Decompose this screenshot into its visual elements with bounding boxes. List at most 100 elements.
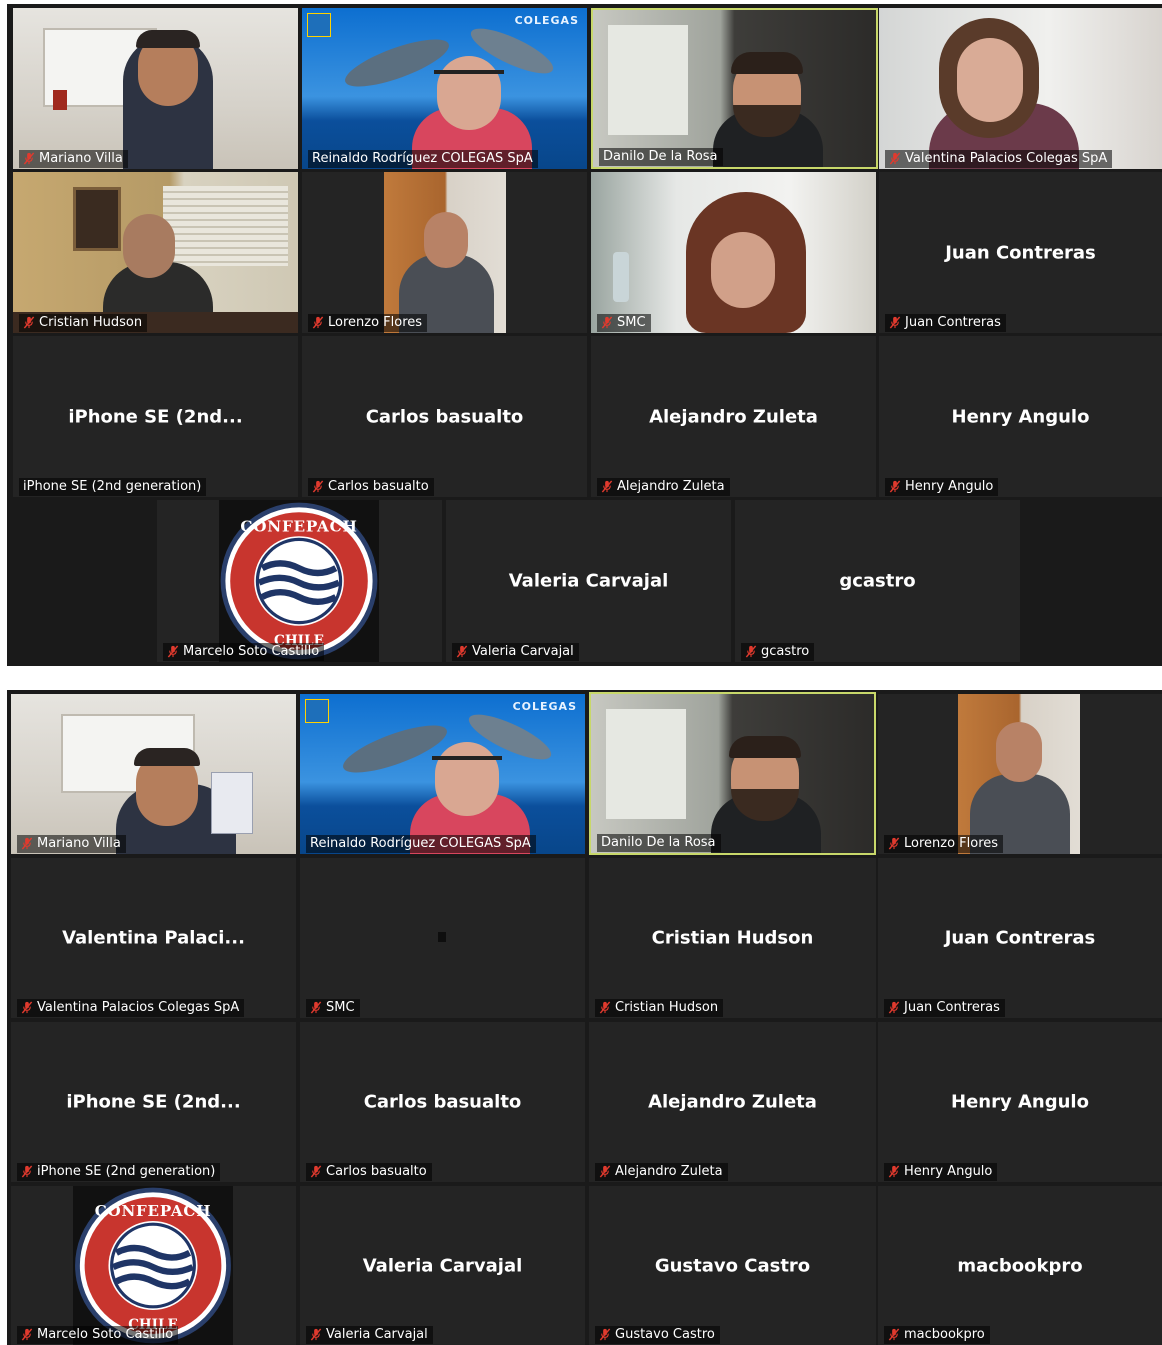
confepach-logo-icon: CONFEPACH CHILE — [73, 1186, 233, 1345]
participant-display-name: Valeria Carvajal — [362, 1255, 523, 1276]
video-tile[interactable]: Lorenzo Flores — [302, 172, 587, 333]
muted-microphone-icon — [888, 837, 900, 850]
muted-microphone-icon — [889, 480, 901, 493]
muted-microphone-icon — [21, 837, 33, 850]
participant-name-tag: Henry Angulo — [885, 478, 999, 496]
participant-video — [13, 8, 298, 169]
participant-video — [11, 694, 296, 854]
video-tile[interactable]: CONFEPACH CHILE Marcelo Soto Castillo — [157, 500, 442, 662]
participant-name-tag: Alejandro Zuleta — [597, 478, 730, 496]
participant-display-name: Carlos basualto — [365, 406, 524, 427]
name-only-tile[interactable]: Henry Angulo Henry Angulo — [879, 336, 1162, 497]
participant-display-name: Juan Contreras — [945, 242, 1096, 263]
video-off-tile[interactable]: SMC — [300, 858, 585, 1018]
muted-microphone-icon — [312, 316, 324, 329]
participant-name-tag: gcastro — [741, 643, 815, 661]
participant-name-tag: Reinaldo Rodríguez COLEGAS SpA — [308, 150, 538, 168]
video-tile[interactable]: COLEGAS Reinaldo Rodríguez COLEGAS SpA — [300, 694, 585, 854]
participant-name-tag: Gustavo Castro — [595, 1326, 720, 1344]
participant-video — [591, 694, 874, 853]
participant-video — [300, 694, 585, 854]
name-only-tile[interactable]: Carlos basualto Carlos basualto — [300, 1022, 585, 1182]
participant-name-tag: Henry Angulo — [884, 1163, 998, 1181]
muted-microphone-icon — [599, 1165, 611, 1178]
participant-display-name: Henry Angulo — [951, 406, 1090, 427]
participant-display-name: gcastro — [839, 570, 916, 592]
video-tile[interactable]: SMC — [591, 172, 876, 333]
video-tile[interactable]: COLEGAS Reinaldo Rodríguez COLEGAS SpA — [302, 8, 587, 169]
participant-name-tag: Danilo De la Rosa — [599, 148, 723, 166]
muted-microphone-icon — [23, 316, 35, 329]
name-only-tile[interactable]: Henry Angulo Henry Angulo — [878, 1022, 1162, 1182]
participant-display-name: Cristian Hudson — [651, 927, 814, 949]
name-only-tile[interactable]: macbookpro macbookpro — [878, 1186, 1162, 1345]
participant-name-tag: Juan Contreras — [885, 314, 1006, 332]
participant-video — [958, 694, 1080, 854]
muted-microphone-icon — [21, 1165, 33, 1178]
svg-text:CONFEPACH: CONFEPACH — [240, 517, 357, 535]
name-only-tile[interactable]: Juan Contreras Juan Contreras — [879, 172, 1162, 333]
muted-microphone-icon — [889, 316, 901, 329]
video-tile[interactable]: Lorenzo Flores — [878, 694, 1162, 854]
participant-display-name: iPhone SE (2nd... — [68, 406, 243, 427]
participant-name-tag: Reinaldo Rodríguez COLEGAS SpA — [306, 835, 536, 853]
name-only-tile[interactable]: Valentina Palaci... Valentina Palacios C… — [11, 858, 296, 1018]
active-speaker-tile[interactable]: Danilo De la Rosa — [591, 8, 878, 169]
video-tile[interactable]: Cristian Hudson — [13, 172, 298, 333]
confepach-logo-icon: CONFEPACH CHILE — [219, 501, 379, 661]
name-only-tile[interactable]: Valeria Carvajal Valeria Carvajal — [446, 500, 731, 662]
muted-microphone-icon — [745, 645, 757, 658]
participant-display-name: Valeria Carvajal — [508, 570, 669, 592]
muted-microphone-icon — [889, 152, 901, 165]
muted-microphone-icon — [23, 152, 35, 165]
participant-display-name: macbookpro — [957, 1255, 1083, 1276]
name-only-tile[interactable]: Cristian Hudson Cristian Hudson — [589, 858, 876, 1018]
muted-microphone-icon — [21, 1328, 33, 1341]
muted-microphone-icon — [312, 480, 324, 493]
name-only-tile[interactable]: Alejandro Zuleta Alejandro Zuleta — [589, 1022, 876, 1182]
colegas-logo-text: COLEGAS — [512, 700, 577, 713]
name-only-tile[interactable]: iPhone SE (2nd... iPhone SE (2nd generat… — [13, 336, 298, 497]
name-only-tile[interactable]: Valeria Carvajal Valeria Carvajal — [300, 1186, 585, 1345]
muted-microphone-icon — [310, 1001, 322, 1014]
participant-name-tag: Valentina Palacios Colegas SpA — [885, 150, 1113, 168]
video-tile[interactable]: Valentina Palacios Colegas SpA — [879, 8, 1162, 169]
name-only-tile[interactable]: gcastro gcastro — [735, 500, 1020, 662]
participant-display-name: Carlos basualto — [363, 1091, 522, 1113]
muted-microphone-icon — [167, 645, 179, 658]
participant-name-tag: Valeria Carvajal — [452, 643, 579, 661]
participant-name-tag: Lorenzo Flores — [308, 314, 428, 332]
name-only-tile[interactable]: Carlos basualto Carlos basualto — [302, 336, 587, 497]
participant-display-name: Henry Angulo — [951, 1091, 1089, 1113]
muted-microphone-icon — [310, 1328, 322, 1341]
video-tile[interactable]: CONFEPACH CHILE Marcelo Soto Castillo — [11, 1186, 296, 1345]
name-only-tile[interactable]: iPhone SE (2nd... iPhone SE (2nd generat… — [11, 1022, 296, 1182]
participant-name-tag: Lorenzo Flores — [884, 835, 1004, 853]
active-speaker-tile[interactable]: Danilo De la Rosa — [589, 692, 876, 855]
participant-name-tag: Mariano Villa — [19, 150, 128, 168]
participant-display-name: Gustavo Castro — [654, 1255, 811, 1276]
participant-name-tag: macbookpro — [884, 1326, 990, 1344]
participant-name-tag: Valentina Palacios Colegas SpA — [17, 999, 245, 1017]
participant-display-name: Juan Contreras — [944, 927, 1096, 949]
participant-name-tag: iPhone SE (2nd generation) — [19, 478, 207, 496]
name-only-tile[interactable]: Alejandro Zuleta Alejandro Zuleta — [591, 336, 876, 497]
participant-name-tag: SMC — [597, 314, 651, 332]
video-tile[interactable]: Mariano Villa — [13, 8, 298, 169]
confepach-logo-video: CONFEPACH CHILE — [219, 500, 379, 662]
tiny-video-thumbnail — [438, 932, 446, 942]
name-only-tile[interactable]: Gustavo Castro Gustavo Castro — [589, 1186, 876, 1345]
muted-microphone-icon — [601, 316, 613, 329]
colegas-logo-text: COLEGAS — [514, 14, 579, 27]
participant-video — [593, 10, 876, 167]
participant-display-name: iPhone SE (2nd... — [66, 1091, 241, 1113]
muted-microphone-icon — [310, 1165, 322, 1178]
svg-text:CONFEPACH: CONFEPACH — [95, 1202, 212, 1220]
participant-name-tag: Juan Contreras — [884, 999, 1005, 1017]
video-tile[interactable]: Mariano Villa — [11, 694, 296, 854]
confepach-logo-video: CONFEPACH CHILE — [73, 1186, 233, 1345]
name-only-tile[interactable]: Juan Contreras Juan Contreras — [878, 858, 1162, 1018]
muted-microphone-icon — [21, 1001, 33, 1014]
company-logo-icon — [307, 13, 331, 37]
muted-microphone-icon — [599, 1001, 611, 1014]
